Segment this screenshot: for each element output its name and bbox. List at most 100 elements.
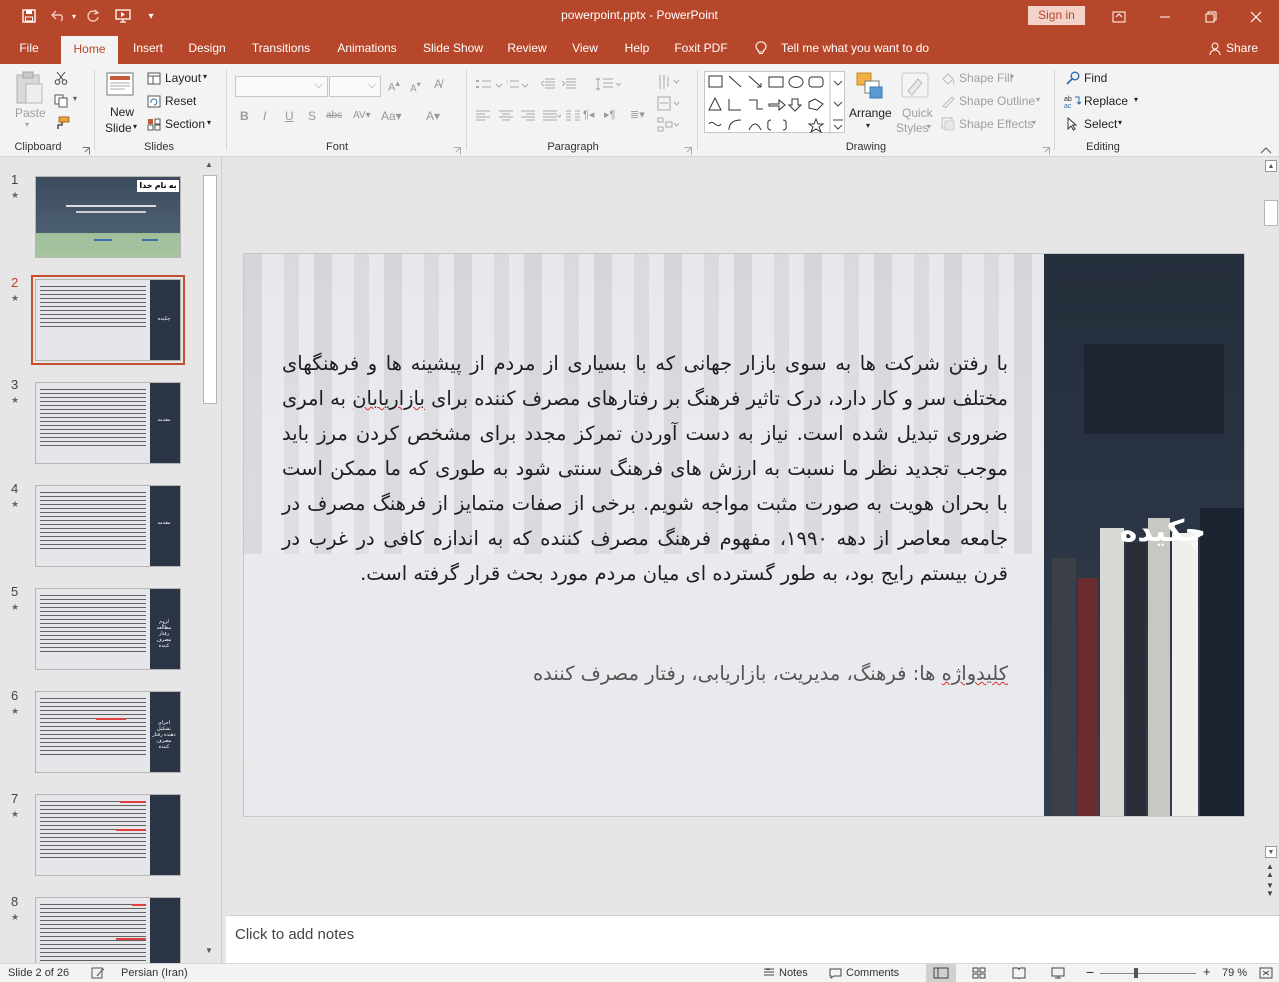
strikethrough-icon[interactable]: abc	[326, 110, 342, 121]
character-spacing-icon[interactable]: AV▾	[353, 110, 371, 121]
slide-show-icon[interactable]	[1051, 967, 1065, 982]
slide-thumbnail[interactable]: مقدمه	[35, 485, 181, 567]
slide-thumbnail[interactable]: به نام خدا	[35, 176, 181, 258]
next-slide-icon[interactable]: ▼ ▼	[1266, 882, 1274, 898]
scrollbar-thumb[interactable]	[1264, 200, 1278, 226]
new-slide-label-2[interactable]: Slide	[105, 121, 132, 135]
font-name-combo[interactable]: ⌵	[235, 76, 328, 97]
tab-foxit-pdf[interactable]: Foxit PDF	[670, 33, 732, 64]
spelling-flagged-word[interactable]: بازاریابان	[352, 387, 425, 410]
save-icon[interactable]	[18, 6, 40, 26]
thumbnail-scrollbar[interactable]: ▲ ▼	[202, 160, 218, 960]
tab-file[interactable]: File	[10, 33, 48, 64]
tab-help[interactable]: Help	[617, 33, 657, 64]
reset-icon[interactable]	[147, 95, 161, 111]
find-icon[interactable]	[1066, 71, 1080, 88]
quick-styles-label-2[interactable]: Styles	[896, 121, 929, 135]
columns-dropdown-icon[interactable]: ≣▾	[630, 108, 645, 121]
scroll-up-icon[interactable]: ▲	[205, 160, 213, 169]
slide-thumbnail[interactable]: مقدمه	[35, 382, 181, 464]
normal-view-button[interactable]	[926, 964, 956, 982]
layout-icon[interactable]	[147, 72, 161, 88]
font-launcher-icon[interactable]	[453, 144, 461, 158]
font-size-dropdown-icon[interactable]: ⌵	[368, 79, 376, 92]
tab-insert[interactable]: Insert	[126, 33, 170, 64]
quick-styles-icon[interactable]	[900, 71, 930, 106]
quick-styles-label-1[interactable]: Quick	[902, 106, 933, 120]
reset-button[interactable]: Reset	[165, 94, 196, 108]
clipboard-launcher-icon[interactable]	[82, 144, 90, 158]
comments-toggle[interactable]: Comments	[846, 967, 899, 979]
copy-icon[interactable]	[54, 94, 70, 111]
format-painter-icon[interactable]	[54, 116, 70, 133]
find-button[interactable]: Find	[1084, 71, 1107, 85]
slide-thumbnail-selected[interactable]: چکیده	[31, 275, 185, 365]
previous-slide-icon[interactable]: ▲ ▲	[1266, 863, 1274, 879]
paragraph-launcher-icon[interactable]	[684, 144, 692, 158]
slide-sorter-icon[interactable]	[972, 967, 986, 982]
select-cursor-icon[interactable]	[1066, 116, 1078, 134]
scroll-down-icon[interactable]: ▼	[1265, 846, 1277, 858]
comments-icon[interactable]	[829, 968, 842, 982]
bold-icon[interactable]: B	[240, 109, 249, 123]
tab-review[interactable]: Review	[502, 33, 552, 64]
layout-dropdown-icon[interactable]: ▾	[203, 72, 207, 81]
cut-icon[interactable]	[54, 71, 68, 88]
select-button[interactable]: Select	[1084, 117, 1117, 131]
tab-home[interactable]: Home	[61, 36, 118, 64]
shape-effects-button[interactable]: Shape Effects	[959, 117, 1034, 131]
shape-effects-dropdown-icon[interactable]: ▾	[1032, 118, 1036, 127]
section-dropdown-icon[interactable]: ▾	[207, 118, 211, 127]
notes-pane[interactable]: Click to add notes	[226, 915, 1279, 963]
tab-view[interactable]: View	[566, 33, 604, 64]
arrange-button[interactable]: Arrange	[849, 106, 892, 120]
spell-check-icon[interactable]	[91, 967, 105, 982]
scroll-down-icon[interactable]: ▼	[205, 946, 213, 955]
new-slide-icon[interactable]	[105, 70, 139, 102]
drawing-launcher-icon[interactable]	[1042, 144, 1050, 158]
align-text-icon[interactable]	[657, 96, 683, 115]
font-color-icon[interactable]: A▾	[426, 109, 440, 123]
collapse-ribbon-icon[interactable]	[1260, 143, 1272, 157]
align-right-icon[interactable]	[521, 110, 535, 125]
slide-scrollbar[interactable]: ▲ ▼ ▲ ▲ ▼ ▼	[1263, 157, 1279, 915]
text-shadow-icon[interactable]: S	[308, 109, 316, 123]
line-spacing-icon[interactable]	[595, 77, 622, 94]
notes-placeholder[interactable]: Click to add notes	[235, 926, 354, 943]
slide-thumbnail[interactable]: لزوم مطالعه رفتار مصرف کننده	[35, 588, 181, 670]
align-left-icon[interactable]	[476, 110, 490, 125]
align-center-icon[interactable]	[499, 110, 513, 125]
change-case-icon[interactable]: Aa▾	[381, 109, 402, 123]
arrange-icon[interactable]	[855, 71, 885, 104]
tab-transitions[interactable]: Transitions	[245, 33, 317, 64]
font-name-dropdown-icon[interactable]: ⌵	[315, 79, 323, 92]
slide-body-text[interactable]: با رفتن شرکت ها به سوی بازار جهانی که با…	[282, 346, 1008, 591]
tell-me-search[interactable]: Tell me what you want to do	[781, 33, 929, 64]
slide-thumbnail[interactable]	[35, 897, 181, 963]
zoom-slider-thumb[interactable]	[1134, 968, 1138, 978]
slide-thumbnail[interactable]: اجزای تشکیل دهنده رفتار مصرف کننده	[35, 691, 181, 773]
decrease-indent-icon[interactable]	[540, 78, 555, 93]
shape-effects-icon[interactable]	[941, 117, 955, 134]
notes-toggle[interactable]: Notes	[779, 967, 808, 979]
rtl-icon[interactable]: ¶◂	[583, 108, 594, 121]
bullets-icon[interactable]: 1	[476, 78, 529, 95]
reading-view-icon[interactable]	[1012, 967, 1026, 982]
tab-slide-show[interactable]: Slide Show	[418, 33, 488, 64]
font-size-combo[interactable]: ⌵	[329, 76, 381, 97]
paste-button[interactable]: Paste	[15, 106, 46, 120]
text-direction-icon[interactable]	[657, 74, 683, 93]
slide-thumbnail[interactable]	[35, 794, 181, 876]
arrange-dropdown-icon[interactable]: ▾	[866, 121, 870, 130]
slide-title[interactable]: چکیده	[1044, 514, 1206, 549]
shape-outline-dropdown-icon[interactable]: ▾	[1036, 95, 1040, 104]
quick-styles-dropdown-icon[interactable]: ▾	[927, 122, 931, 131]
select-dropdown-icon[interactable]: ▾	[1118, 118, 1122, 127]
zoom-out-icon[interactable]: −	[1086, 964, 1094, 980]
close-icon[interactable]	[1233, 0, 1279, 33]
spelling-flagged-word[interactable]: کلیدواژه	[942, 662, 1008, 685]
redo-icon[interactable]	[82, 6, 104, 26]
underline-icon[interactable]: U	[285, 109, 294, 123]
tab-animations[interactable]: Animations	[330, 33, 404, 64]
shape-outline-button[interactable]: Shape Outline	[959, 94, 1035, 108]
